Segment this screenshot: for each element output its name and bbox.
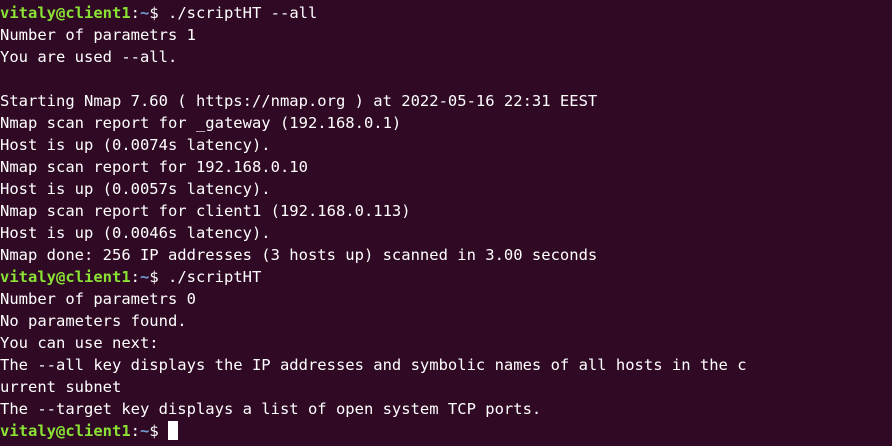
prompt-user-host: vitaly@client1 <box>0 4 131 22</box>
output-line: The --all key displays the IP addresses … <box>0 356 747 374</box>
prompt-symbol: $ <box>149 268 169 286</box>
prompt-separator: : <box>130 4 140 22</box>
output-line: Nmap done: 256 IP addresses (3 hosts up)… <box>0 246 598 264</box>
terminal-window[interactable]: vitaly@client1:~$ ./scriptHT --all Numbe… <box>0 0 892 446</box>
output-line: Host is up (0.0057s latency). <box>0 180 271 198</box>
output-line: Host is up (0.0046s latency). <box>0 224 271 242</box>
text-cursor[interactable] <box>168 421 179 440</box>
output-line: Number of parametrs 1 <box>0 26 196 44</box>
prompt-symbol: $ <box>149 422 169 440</box>
prompt-line-2: vitaly@client1:~$ ./scriptHT <box>0 266 892 288</box>
output-line: Nmap scan report for _gateway (192.168.0… <box>0 114 402 132</box>
output-line: Starting Nmap 7.60 ( https://nmap.org ) … <box>0 92 598 110</box>
prompt-path: ~ <box>140 268 150 286</box>
prompt-line-1: vitaly@client1:~$ ./scriptHT --all <box>0 2 892 24</box>
output-line: Nmap scan report for client1 (192.168.0.… <box>0 202 411 220</box>
prompt-user-host: vitaly@client1 <box>0 422 131 440</box>
output-line: The --target key displays a list of open… <box>0 400 542 418</box>
prompt-path: ~ <box>140 4 150 22</box>
prompt-line-active[interactable]: vitaly@client1:~$ <box>0 420 892 442</box>
output-line: No parameters found. <box>0 312 187 330</box>
output-line: Nmap scan report for 192.168.0.10 <box>0 158 308 176</box>
prompt-symbol: $ <box>149 4 169 22</box>
output-line: urrent subnet <box>0 378 122 396</box>
prompt-separator: : <box>130 268 140 286</box>
prompt-path: ~ <box>140 422 150 440</box>
prompt-user-host: vitaly@client1 <box>0 268 131 286</box>
output-line: You can use next: <box>0 334 159 352</box>
output-line: You are used --all. <box>0 48 178 66</box>
output-line: Host is up (0.0074s latency). <box>0 136 271 154</box>
prompt-separator: : <box>130 422 140 440</box>
command-text: ./scriptHT <box>168 268 262 286</box>
command-text: ./scriptHT --all <box>168 4 318 22</box>
output-line: Number of parametrs 0 <box>0 290 196 308</box>
